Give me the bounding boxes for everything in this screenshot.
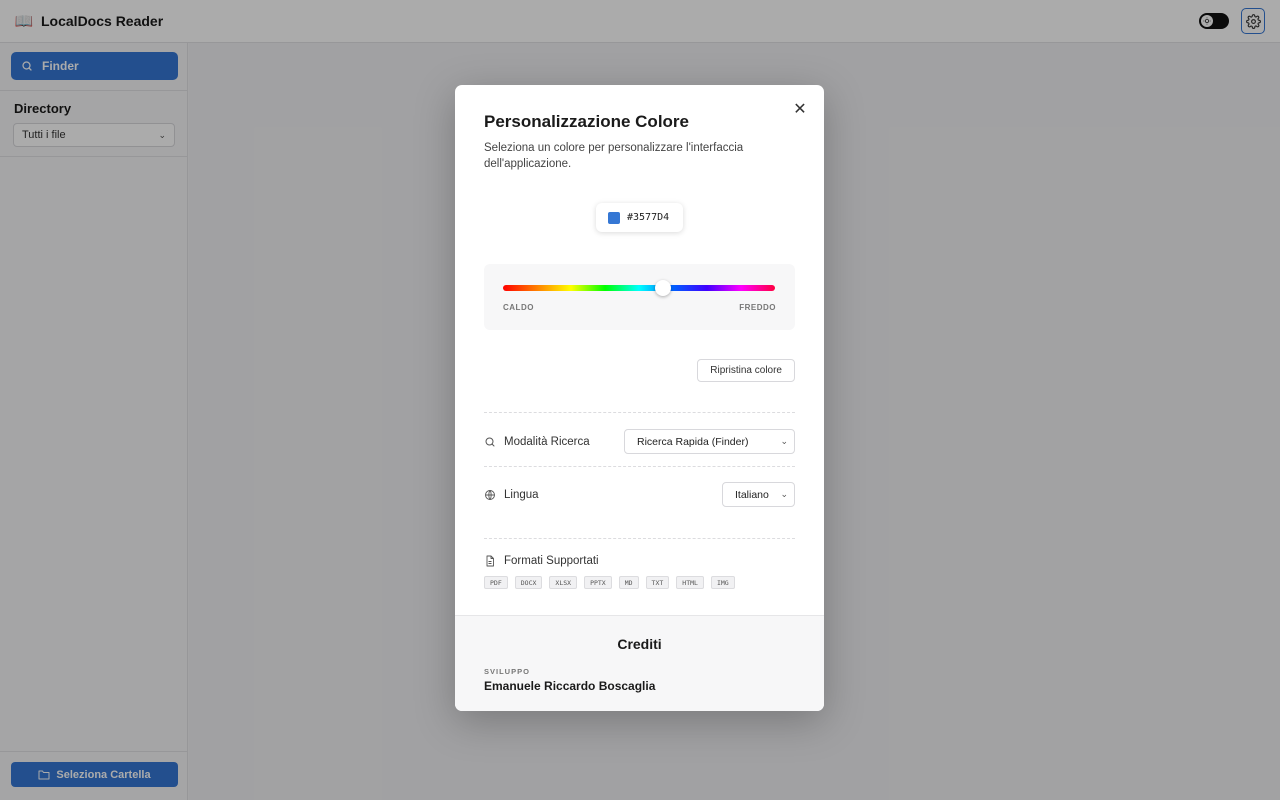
chevron-down-icon: ⌄ bbox=[780, 436, 788, 446]
hue-slider-track[interactable] bbox=[503, 280, 775, 296]
format-badge: MD bbox=[618, 576, 639, 589]
format-badge: HTML bbox=[676, 576, 704, 589]
formats-label: Formati Supportati bbox=[504, 555, 599, 567]
format-badge: TXT bbox=[645, 576, 670, 589]
search-mode-row: Modalità Ricerca Ricerca Rapida (Finder)… bbox=[484, 429, 795, 454]
file-icon bbox=[486, 555, 494, 567]
color-hex-value: #3577D4 bbox=[627, 212, 670, 223]
hue-cool-label: FREDDO bbox=[739, 303, 776, 312]
settings-modal: ✕ Personalizzazione Colore Seleziona un … bbox=[455, 85, 824, 711]
format-badge: IMG bbox=[710, 576, 735, 589]
hue-warm-label: CALDO bbox=[503, 303, 534, 312]
globe-icon bbox=[485, 489, 495, 500]
search-mode-select[interactable]: Ricerca Rapida (Finder) ⌄ bbox=[624, 429, 795, 454]
format-badge: PPTX bbox=[584, 576, 612, 589]
chevron-down-icon: ⌄ bbox=[780, 489, 788, 499]
color-preview: #3577D4 bbox=[596, 203, 683, 232]
reset-color-button[interactable]: Ripristina colore bbox=[697, 359, 795, 382]
close-icon[interactable]: ✕ bbox=[793, 102, 807, 118]
language-select[interactable]: Italiano ⌄ bbox=[722, 482, 795, 507]
section-divider bbox=[484, 466, 795, 467]
search-icon bbox=[485, 437, 495, 446]
search-mode-label: Modalità Ricerca bbox=[504, 435, 590, 448]
format-badge: PDF bbox=[484, 576, 508, 589]
hue-panel: CALDO FREDDO bbox=[484, 264, 795, 330]
color-swatch bbox=[608, 211, 620, 224]
credits-role: SVILUPPO bbox=[484, 667, 530, 676]
hue-slider-thumb[interactable] bbox=[655, 280, 672, 296]
modal-description: Seleziona un colore per personalizzare l… bbox=[484, 142, 744, 170]
formats-row: Formati Supportati bbox=[484, 553, 795, 569]
formats-list: PDF DOCX XLSX PPTX MD TXT HTML IMG bbox=[484, 576, 735, 589]
language-row: Lingua Italiano ⌄ bbox=[484, 482, 795, 507]
language-value: Italiano bbox=[735, 488, 769, 501]
search-mode-value: Ricerca Rapida (Finder) bbox=[637, 435, 749, 448]
section-divider bbox=[484, 538, 795, 539]
modal-title: Personalizzazione Colore bbox=[484, 112, 689, 131]
language-label: Lingua bbox=[504, 488, 539, 501]
credits-section: Crediti SVILUPPO Emanuele Riccardo Bosca… bbox=[455, 615, 824, 711]
format-badge: XLSX bbox=[549, 576, 578, 589]
format-badge: DOCX bbox=[514, 576, 543, 589]
credits-name: Emanuele Riccardo Boscaglia bbox=[484, 679, 656, 693]
credits-title: Crediti bbox=[617, 636, 662, 652]
section-divider bbox=[484, 412, 795, 413]
